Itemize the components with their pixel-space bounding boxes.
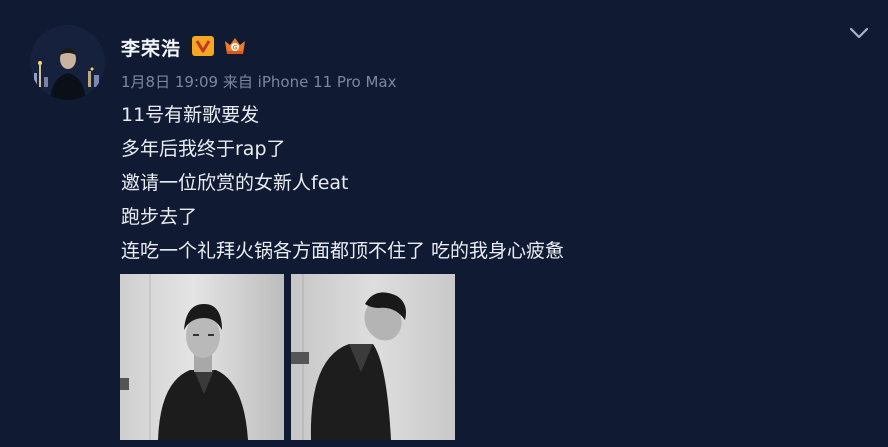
- source-prefix: 来自: [222, 73, 253, 91]
- verified-v-icon[interactable]: [192, 36, 214, 56]
- content-line: 连吃一个礼拜火锅各方面都顶不住了 吃的我身心疲惫: [121, 240, 565, 262]
- crown-member-icon[interactable]: G: [222, 35, 248, 57]
- post-content: 11号有新歌要发 多年后我终于rap了 邀请一位欣赏的女新人feat 跑步去了 …: [121, 100, 821, 270]
- content-line: 跑步去了: [121, 206, 198, 228]
- svg-text:G: G: [233, 45, 238, 52]
- source-device[interactable]: iPhone 11 Pro Max: [258, 73, 397, 91]
- post-photo-2[interactable]: [291, 274, 455, 440]
- weibo-post: 李荣浩 G 1月8日 19:09 来自 iPhone 11 Pro Max 11…: [0, 0, 888, 447]
- content-line: 邀请一位欣赏的女新人feat: [121, 172, 349, 194]
- post-time[interactable]: 1月8日 19:09: [121, 73, 218, 91]
- post-meta: 1月8日 19:09 来自 iPhone 11 Pro Max: [121, 71, 397, 92]
- author-avatar[interactable]: [30, 25, 105, 100]
- content-line: 多年后我终于rap了: [121, 138, 286, 160]
- post-photo-1[interactable]: [120, 274, 284, 440]
- chevron-down-icon[interactable]: [846, 24, 872, 42]
- author-name[interactable]: 李荣浩: [121, 34, 181, 61]
- content-line: 11号有新歌要发: [121, 104, 260, 126]
